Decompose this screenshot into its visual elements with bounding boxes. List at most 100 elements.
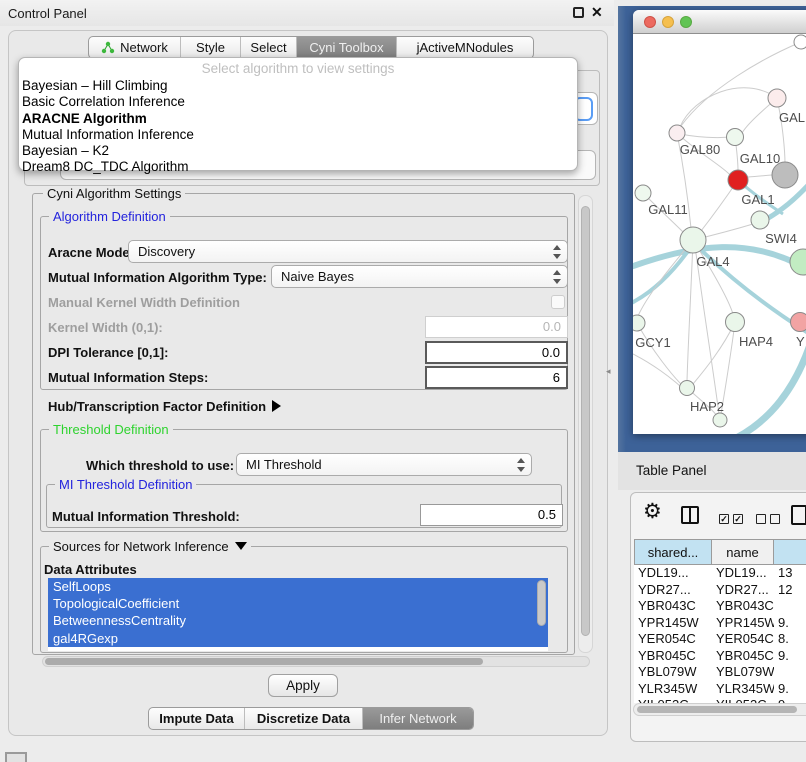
network-node[interactable]	[772, 162, 798, 188]
control-panel-titlebar: Control Panel ✕	[0, 0, 614, 26]
table-row[interactable]: YDR27...YDR27...12	[634, 582, 806, 599]
network-node[interactable]	[791, 313, 806, 332]
aracne-mode-combobox[interactable]: Discovery	[128, 240, 568, 263]
which-threshold-combobox[interactable]: MI Threshold	[236, 453, 532, 476]
network-edge[interactable]	[687, 240, 693, 381]
table-row[interactable]: YPR145WYPR145W9.	[634, 615, 806, 632]
settings-vertical-scrollbar[interactable]	[578, 195, 593, 653]
close-icon[interactable]: ✕	[591, 4, 603, 21]
mi-steps-field[interactable]: 6	[425, 366, 568, 389]
which-threshold-label: Which threshold to use:	[86, 458, 234, 473]
tab-impute-data[interactable]: Impute Data	[149, 708, 245, 729]
kernel-width-field[interactable]: 0.0	[425, 316, 568, 338]
table-row[interactable]: YBR045CYBR045C9.	[634, 648, 806, 665]
tab-discretize-data[interactable]: Discretize Data	[245, 708, 363, 729]
table-row[interactable]: YBL079WYBL079W	[634, 664, 806, 681]
network-node[interactable]	[635, 185, 651, 201]
vertical-scrollbar-thumb[interactable]	[581, 206, 590, 636]
network-node[interactable]	[669, 125, 685, 141]
checked-box-icon[interactable]: ✓	[719, 514, 729, 524]
dpi-tolerance-field[interactable]: 0.0	[425, 341, 568, 364]
network-edge[interactable]	[633, 244, 693, 306]
algorithm-dropdown-popup: Select algorithm to view settings Bayesi…	[18, 57, 578, 171]
attribute-list-item[interactable]: TopologicalCoefficient	[48, 595, 548, 612]
zoom-traffic-light-icon[interactable]	[680, 16, 692, 28]
network-edge[interactable]	[695, 246, 719, 414]
tab-select[interactable]: Select	[241, 37, 297, 58]
network-node[interactable]	[727, 129, 744, 146]
hub-definition-toggle[interactable]: Hub/Transcription Factor Definition	[48, 399, 281, 414]
minimize-traffic-light-icon[interactable]	[662, 16, 674, 28]
network-edge[interactable]	[748, 175, 773, 177]
network-edge[interactable]	[633, 354, 680, 386]
manual-kernel-checkbox[interactable]	[551, 295, 565, 309]
network-node[interactable]	[751, 211, 769, 229]
table-row[interactable]: YER054CYER054C8.	[634, 631, 806, 648]
checked-box-icon[interactable]: ✓	[733, 514, 743, 524]
network-node[interactable]	[726, 313, 745, 332]
network-node[interactable]	[794, 35, 806, 49]
chevron-down-icon	[235, 542, 247, 550]
column-header-shared-name[interactable]: shared...	[634, 539, 712, 565]
hub-definition-label: Hub/Transcription Factor Definition	[48, 399, 266, 414]
network-node[interactable]	[680, 227, 706, 253]
table-scrollbar-thumb[interactable]	[637, 706, 797, 713]
attribute-list-item[interactable]: SelfLoops	[48, 578, 548, 595]
network-node[interactable]	[680, 381, 695, 396]
network-node[interactable]	[633, 315, 645, 331]
dropdown-item[interactable]: Bayesian – K2	[22, 143, 574, 159]
gear-icon[interactable]: ⚙	[643, 499, 662, 524]
minimized-panel-chip[interactable]	[5, 752, 27, 762]
attribute-list-item[interactable]: BetweennessCentrality	[48, 612, 548, 629]
table-row[interactable]: YLR345WYLR345W9.	[634, 681, 806, 698]
apply-button[interactable]: Apply	[268, 674, 338, 697]
table-row[interactable]: YBR043CYBR043C	[634, 598, 806, 615]
cyni-settings-title: Cyni Algorithm Settings	[43, 186, 185, 201]
network-canvas[interactable]: GALGAL80GAL10GAL1GAL11GAL4SWI4GCY1HAP4YH…	[633, 34, 806, 434]
dropdown-prompt: Select algorithm to view settings	[19, 61, 577, 76]
unchecked-box-icon[interactable]	[770, 514, 780, 524]
sources-title[interactable]: Sources for Network Inference	[49, 539, 251, 554]
tab-style[interactable]: Style	[181, 37, 241, 58]
tab-network[interactable]: Network	[89, 37, 181, 58]
close-traffic-light-icon[interactable]	[644, 16, 656, 28]
attributes-scrollbar-thumb[interactable]	[537, 580, 546, 626]
network-edge[interactable]	[693, 322, 735, 384]
dropdown-item[interactable]: Dream8 DC_TDC Algorithm	[22, 159, 574, 175]
network-window-titlebar[interactable]	[633, 10, 806, 34]
table-body[interactable]: YDL19...YDL19...13YDR27...YDR27...12YBR0…	[634, 565, 806, 703]
table-cell: 13	[774, 565, 806, 582]
dropdown-item[interactable]: Bayesian – Hill Climbing	[22, 78, 574, 94]
network-node[interactable]	[768, 89, 786, 107]
table-row[interactable]: YDL19...YDL19...13	[634, 565, 806, 582]
network-node[interactable]	[790, 249, 806, 275]
split-columns-icon[interactable]	[681, 506, 699, 524]
table-panel-header: Table Panel	[618, 452, 806, 490]
dropdown-item[interactable]: ARACNE Algorithm	[22, 111, 574, 127]
table-cell: YBR045C	[634, 648, 712, 665]
column-header-third[interactable]: A	[774, 539, 806, 565]
network-node[interactable]	[713, 413, 727, 427]
horizontal-scrollbar-thumb[interactable]	[45, 658, 483, 665]
unchecked-box-icon[interactable]	[756, 514, 766, 524]
table-cell: 12	[774, 582, 806, 599]
column-header-name[interactable]: name	[712, 539, 774, 565]
data-attributes-list[interactable]: SelfLoopsTopologicalCoefficientBetweenne…	[48, 578, 548, 651]
network-edge[interactable]	[680, 88, 777, 127]
mi-threshold-field[interactable]: 0.5	[420, 504, 563, 526]
network-edge[interactable]	[637, 323, 681, 384]
tab-infer-network[interactable]: Infer Network	[363, 708, 473, 729]
dropdown-item[interactable]: Basic Correlation Inference	[22, 94, 574, 110]
network-node[interactable]	[728, 170, 748, 190]
table-cell: YER054C	[634, 631, 712, 648]
split-pane-handle-icon[interactable]: ◂	[606, 366, 611, 377]
dropdown-item[interactable]: Mutual Information Inference	[22, 127, 574, 143]
table-horizontal-scrollbar[interactable]	[633, 703, 806, 716]
tab-cyni-toolbox[interactable]: Cyni Toolbox	[297, 37, 397, 58]
page-icon[interactable]	[791, 505, 806, 525]
float-window-icon[interactable]	[573, 7, 584, 18]
attribute-list-item[interactable]: gal4RGexp	[48, 630, 548, 647]
settings-horizontal-scrollbar[interactable]	[42, 656, 590, 667]
mi-type-combobox[interactable]: Naive Bayes	[271, 265, 568, 288]
tab-jactivemnodules[interactable]: jActiveMNodules	[397, 37, 533, 58]
